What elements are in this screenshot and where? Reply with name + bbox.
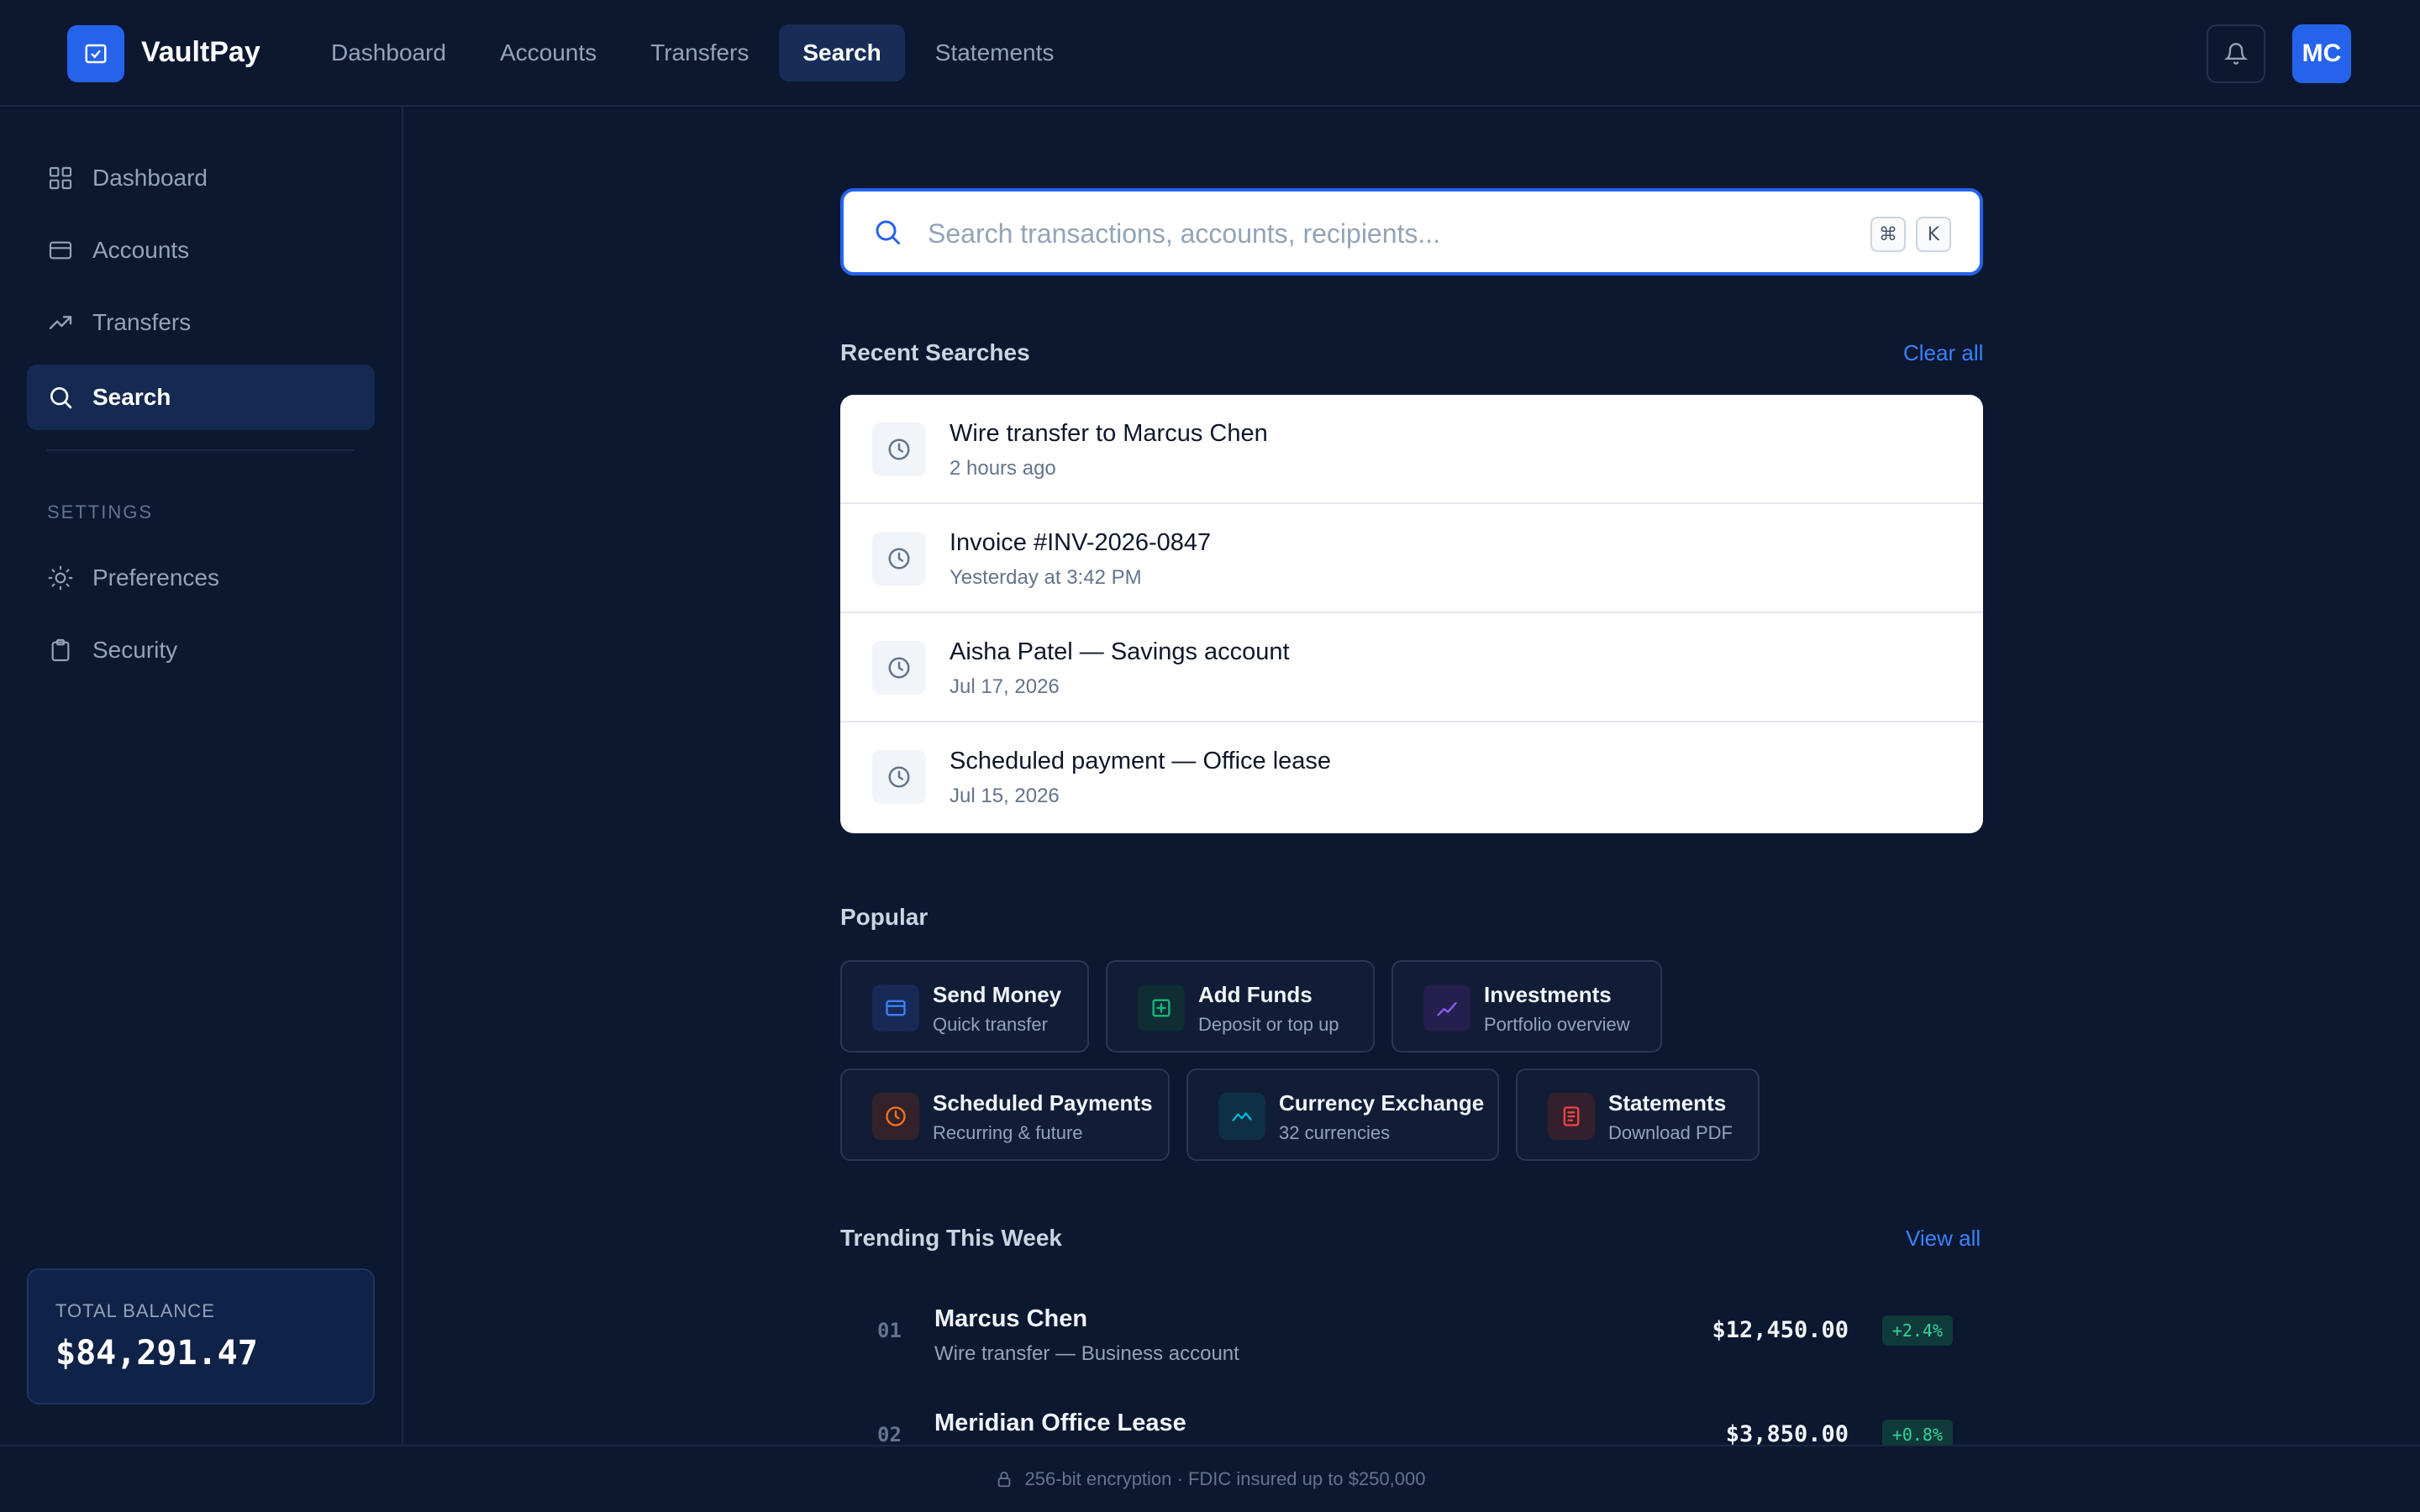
- popular-item-title: Add Funds: [1198, 982, 1313, 1007]
- sidebar-section-label: SETTINGS: [47, 501, 154, 522]
- trending-sub: Wire transfer — Business account: [934, 1342, 1239, 1365]
- popular-title: Popular: [840, 904, 929, 930]
- plus-square-icon: [1138, 984, 1185, 1032]
- popular-add-funds[interactable]: Add Funds Deposit or top up: [1106, 960, 1375, 1053]
- recent-search-item[interactable]: Aisha Patel — Savings account Jul 17, 20…: [840, 613, 1983, 722]
- sidebar-item-preferences[interactable]: Preferences: [27, 545, 375, 611]
- search-icon: [50, 387, 72, 409]
- sidebar-item-dashboard[interactable]: Dashboard: [27, 145, 375, 211]
- popular-item-sub: Download PDF: [1608, 1122, 1733, 1143]
- shortcut-key-cmd: ⌘: [1870, 217, 1906, 252]
- tab-statements[interactable]: Statements: [912, 24, 1078, 81]
- recent-search-item[interactable]: Wire transfer to Marcus Chen 2 hours ago: [840, 395, 1983, 504]
- total-balance-card: TOTAL BALANCE $84,291.47: [27, 1268, 375, 1404]
- popular-item-sub: Quick transfer: [933, 1014, 1048, 1035]
- sidebar-item-label: Preferences: [92, 564, 219, 591]
- clock-icon: [872, 750, 926, 804]
- top-nav: Dashboard Accounts Transfers Search Stat…: [308, 24, 1077, 81]
- document-icon: [1548, 1093, 1595, 1140]
- recent-search-title: Invoice #INV-2026-0847: [950, 529, 1212, 556]
- recent-search-time: 2 hours ago: [950, 457, 1056, 480]
- sidebar-item-label: Search: [92, 384, 171, 410]
- popular-item-title: Send Money: [933, 982, 1062, 1007]
- popular-item-title: Currency Exchange: [1279, 1090, 1485, 1116]
- bell-icon: [2224, 43, 2248, 65]
- clock-icon: [872, 1093, 919, 1140]
- popular-item-title: Statements: [1608, 1090, 1727, 1116]
- recent-searches-title: Recent Searches: [840, 339, 1030, 365]
- recent-search-item[interactable]: Scheduled payment — Office lease Jul 15,…: [840, 722, 1983, 832]
- card-icon: [49, 241, 72, 260]
- popular-item-title: Investments: [1484, 982, 1612, 1007]
- footer: 256-bit encryption · FDIC insured up to …: [0, 1445, 2420, 1512]
- trending-name: Marcus Chen: [934, 1305, 1088, 1332]
- recent-search-item[interactable]: Invoice #INV-2026-0847 Yesterday at 3:42…: [840, 504, 1983, 613]
- popular-item-title: Scheduled Payments: [933, 1090, 1153, 1116]
- grid-icon: [49, 166, 72, 190]
- trending-name: Meridian Office Lease: [934, 1410, 1186, 1436]
- trending-change-badge: +2.4%: [1881, 1315, 1953, 1346]
- chart-line-icon: [1423, 984, 1470, 1032]
- card-icon: [872, 984, 919, 1032]
- trending-amount: $12,450.00: [1712, 1317, 1849, 1343]
- trending-amount: $3,850.00: [1725, 1421, 1849, 1447]
- trending-rank: 01: [877, 1319, 902, 1342]
- search-box[interactable]: ⌘ K: [840, 188, 1983, 276]
- recent-search-title: Aisha Patel — Savings account: [950, 638, 1290, 665]
- search-input[interactable]: [928, 210, 1835, 257]
- popular-item-sub: 32 currencies: [1279, 1122, 1391, 1143]
- popular-item-sub: Deposit or top up: [1198, 1014, 1339, 1035]
- balance-label: TOTAL BALANCE: [55, 1300, 215, 1321]
- popular-statements[interactable]: Statements Download PDF: [1516, 1068, 1760, 1161]
- view-all-link[interactable]: View all: [1906, 1226, 1981, 1252]
- balance-value: $84,291.47: [55, 1334, 258, 1373]
- sidebar-item-label: Security: [92, 637, 178, 663]
- trending-item[interactable]: 01 Marcus Chen Wire transfer — Business …: [840, 1285, 1983, 1378]
- popular-currency-exchange[interactable]: Currency Exchange 32 currencies: [1186, 1068, 1499, 1161]
- popular-investments[interactable]: Investments Portfolio overview: [1392, 960, 1662, 1053]
- sidebar-item-accounts[interactable]: Accounts: [27, 218, 375, 283]
- trending-icon: [49, 316, 72, 329]
- top-bar: VaultPay Dashboard Accounts Transfers Se…: [0, 0, 2420, 107]
- wave-icon: [1218, 1093, 1265, 1140]
- sidebar: Dashboard Accounts Transfers Search SETT…: [0, 107, 403, 1445]
- popular-send-money[interactable]: Send Money Quick transfer: [840, 960, 1089, 1053]
- recent-search-title: Scheduled payment — Office lease: [950, 748, 1332, 774]
- clock-icon: [872, 532, 926, 585]
- shortcut-key-k: K: [1916, 217, 1951, 252]
- sidebar-item-security[interactable]: Security: [27, 617, 375, 683]
- trending-rank: 02: [877, 1423, 902, 1446]
- brand-name[interactable]: VaultPay: [141, 36, 260, 69]
- logo-icon[interactable]: [67, 25, 124, 82]
- notifications-button[interactable]: [2207, 24, 2265, 83]
- tab-search[interactable]: Search: [779, 24, 905, 81]
- footer-text: 256-bit encryption · FDIC insured up to …: [1024, 1468, 1426, 1489]
- tab-dashboard[interactable]: Dashboard: [308, 24, 470, 81]
- sidebar-item-transfers[interactable]: Transfers: [27, 290, 375, 355]
- sidebar-item-label: Transfers: [92, 309, 192, 335]
- sidebar-item-label: Dashboard: [92, 165, 208, 191]
- recent-search-time: Jul 15, 2026: [950, 785, 1060, 807]
- search-icon: [876, 220, 900, 244]
- popular-scheduled-payments[interactable]: Scheduled Payments Recurring & future: [840, 1068, 1170, 1161]
- clear-all-link[interactable]: Clear all: [1903, 340, 1983, 366]
- sun-icon: [48, 565, 73, 591]
- lock-icon: [997, 1471, 1010, 1488]
- clock-icon: [872, 423, 926, 476]
- clipboard-icon: [51, 638, 70, 662]
- clock-icon: [872, 641, 926, 695]
- popular-item-sub: Portfolio overview: [1484, 1014, 1630, 1035]
- avatar[interactable]: MC: [2292, 24, 2351, 83]
- trending-title: Trending This Week: [840, 1225, 1062, 1251]
- sidebar-item-search[interactable]: Search: [27, 365, 375, 430]
- tab-accounts[interactable]: Accounts: [476, 24, 620, 81]
- sidebar-item-label: Accounts: [92, 237, 190, 263]
- recent-search-time: Yesterday at 3:42 PM: [950, 566, 1142, 589]
- popular-item-sub: Recurring & future: [933, 1122, 1083, 1143]
- recent-searches-list: Wire transfer to Marcus Chen 2 hours ago…: [840, 395, 1983, 833]
- tab-transfers[interactable]: Transfers: [627, 24, 772, 81]
- recent-search-time: Jul 17, 2026: [950, 675, 1060, 698]
- recent-search-title: Wire transfer to Marcus Chen: [950, 420, 1268, 447]
- sidebar-divider: [47, 449, 355, 451]
